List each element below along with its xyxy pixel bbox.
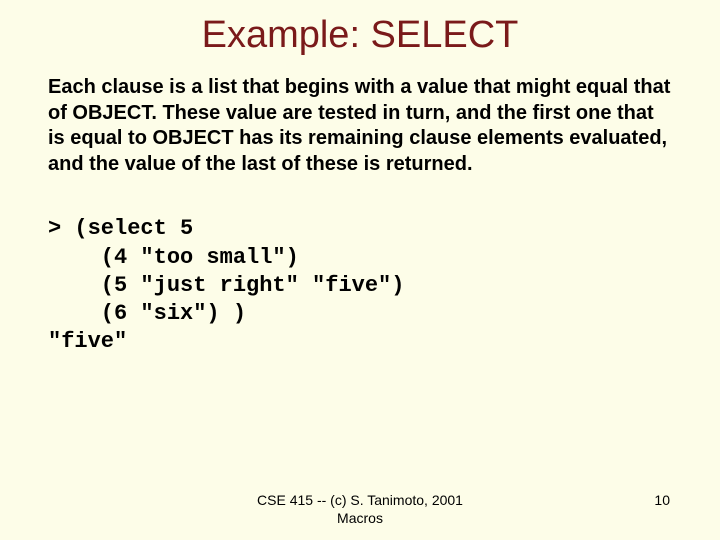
slide-title: Example: SELECT (0, 0, 720, 75)
code-example: > (select 5 (4 "too small") (5 "just rig… (0, 215, 720, 356)
footer-line-2: Macros (0, 510, 720, 528)
footer-credit: CSE 415 -- (c) S. Tanimoto, 2001 Macros (0, 492, 720, 527)
slide-footer: CSE 415 -- (c) S. Tanimoto, 2001 Macros … (0, 492, 720, 528)
slide-body-text: Each clause is a list that begins with a… (0, 75, 720, 177)
page-number: 10 (654, 492, 670, 508)
footer-line-1: CSE 415 -- (c) S. Tanimoto, 2001 (0, 492, 720, 510)
